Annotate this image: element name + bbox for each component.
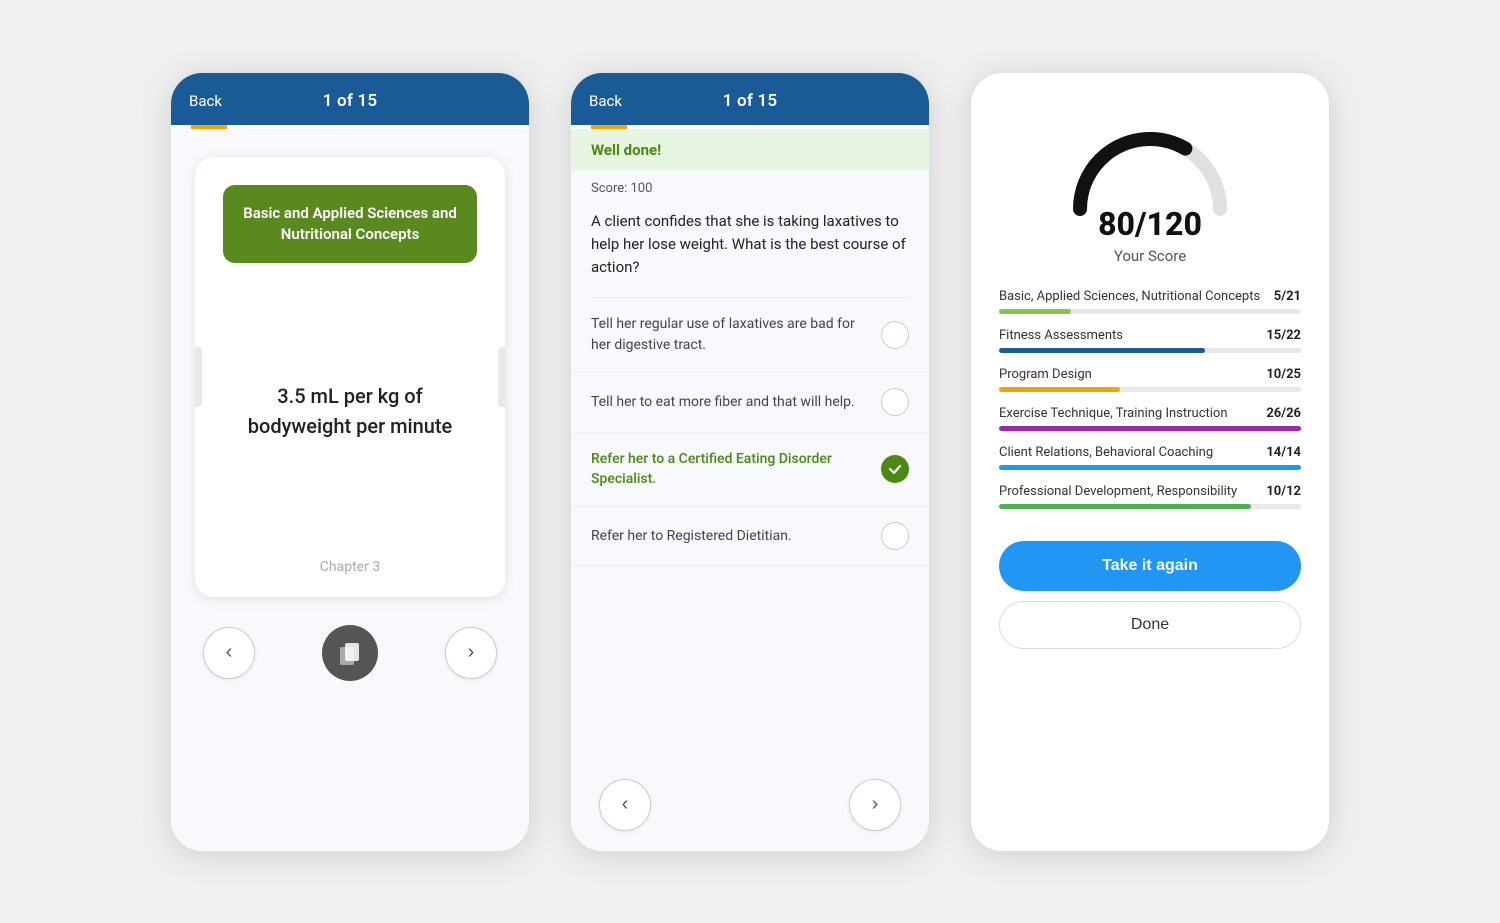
progress-bar-bg-0 — [999, 309, 1301, 314]
category-score-4: 14/14 — [1266, 445, 1301, 460]
progress-label: 1 of 15 — [323, 91, 378, 111]
progress-bar-fill-5 — [999, 504, 1251, 509]
screen2-next-button[interactable]: › — [849, 779, 901, 831]
radio-circle-1 — [881, 321, 909, 349]
answer-option-3[interactable]: Refer her to a Certified Eating Disorder… — [571, 433, 929, 507]
screen2-phone: Back 1 of 15 Well done! Score: 100 A cli… — [570, 72, 930, 852]
flashcard-tab-right — [498, 347, 505, 407]
category-row-5: Professional Development, Responsibility… — [999, 484, 1301, 509]
category-score-0: 5/21 — [1274, 289, 1301, 304]
cards-toggle-button[interactable] — [322, 625, 378, 681]
score-gauge-area: 80/120 Your Score — [999, 109, 1301, 265]
screen2-header: Back 1 of 15 — [571, 73, 929, 125]
well-done-banner: Well done! — [571, 129, 929, 171]
score-label: Your Score — [1114, 247, 1186, 265]
flashcard-tab-left — [195, 347, 202, 407]
category-name-1: Fitness Assessments — [999, 328, 1123, 343]
progress-bar-bg-1 — [999, 348, 1301, 353]
prev-button[interactable]: ‹ — [203, 627, 255, 679]
category-name-5: Professional Development, Responsibility — [999, 484, 1237, 499]
category-score-2: 10/25 — [1266, 367, 1301, 382]
screen1-phone: Back 1 of 15 Basic and Applied Sciences … — [170, 72, 530, 852]
done-button[interactable]: Done — [999, 601, 1301, 649]
screen2-body: Well done! Score: 100 A client confides … — [571, 129, 929, 851]
score-line: Score: 100 — [571, 171, 929, 196]
radio-check-3 — [881, 455, 909, 483]
flashcard: Basic and Applied Sciences and Nutrition… — [195, 157, 505, 597]
gauge-svg — [1060, 109, 1240, 219]
progress-bar-bg-4 — [999, 465, 1301, 470]
category-name-0: Basic, Applied Sciences, Nutritional Con… — [999, 289, 1260, 304]
category-name-2: Program Design — [999, 367, 1092, 382]
back-button[interactable]: Back — [189, 92, 222, 110]
screen2-controls: ‹ › — [571, 759, 929, 851]
radio-circle-4 — [881, 522, 909, 550]
progress-bar-fill-2 — [999, 387, 1120, 392]
category-name-4: Client Relations, Behavioral Coaching — [999, 445, 1213, 460]
score-number: 80/120 — [1098, 205, 1202, 243]
screen1-body: Basic and Applied Sciences and Nutrition… — [171, 129, 529, 851]
question-text: A client confides that she is taking lax… — [571, 196, 929, 298]
category-row-4: Client Relations, Behavioral Coaching 14… — [999, 445, 1301, 470]
screen1-header: Back 1 of 15 — [171, 73, 529, 125]
category-name-3: Exercise Technique, Training Instruction — [999, 406, 1228, 421]
progress-bar-bg-3 — [999, 426, 1301, 431]
screen2-back-button[interactable]: Back — [589, 92, 622, 110]
answer-option-2[interactable]: Tell her to eat more fiber and that will… — [571, 372, 929, 433]
screen1-controls: ‹ › — [195, 625, 505, 681]
flashcard-chapter: Chapter 3 — [320, 559, 380, 597]
progress-bar-bg-5 — [999, 504, 1301, 509]
category-row-2: Program Design 10/25 — [999, 367, 1301, 392]
screen2-progress-label: 1 of 15 — [723, 91, 778, 111]
next-button[interactable]: › — [445, 627, 497, 679]
category-score-1: 15/22 — [1266, 328, 1301, 343]
category-score-3: 26/26 — [1266, 406, 1301, 421]
flashcard-content: 3.5 mL per kg of bodyweight per minute — [195, 263, 505, 559]
category-row-1: Fitness Assessments 15/22 — [999, 328, 1301, 353]
category-row-0: Basic, Applied Sciences, Nutritional Con… — [999, 289, 1301, 314]
take-again-button[interactable]: Take it again — [999, 541, 1301, 591]
answer-option-4[interactable]: Refer her to Registered Dietitian. — [571, 506, 929, 567]
categories-container: Basic, Applied Sciences, Nutritional Con… — [999, 289, 1301, 523]
screen2-prev-button[interactable]: ‹ — [599, 779, 651, 831]
answer-option-1[interactable]: Tell her regular use of laxatives are ba… — [571, 298, 929, 372]
screen3-phone: 80/120 Your Score Basic, Applied Science… — [970, 72, 1330, 852]
progress-bar-fill-3 — [999, 426, 1301, 431]
progress-bar-fill-4 — [999, 465, 1301, 470]
category-score-5: 10/12 — [1266, 484, 1301, 499]
progress-bar-fill-1 — [999, 348, 1205, 353]
radio-circle-2 — [881, 388, 909, 416]
progress-bar-fill-0 — [999, 309, 1071, 314]
flashcard-topic: Basic and Applied Sciences and Nutrition… — [223, 185, 477, 263]
category-row-3: Exercise Technique, Training Instruction… — [999, 406, 1301, 431]
progress-bar-bg-2 — [999, 387, 1301, 392]
